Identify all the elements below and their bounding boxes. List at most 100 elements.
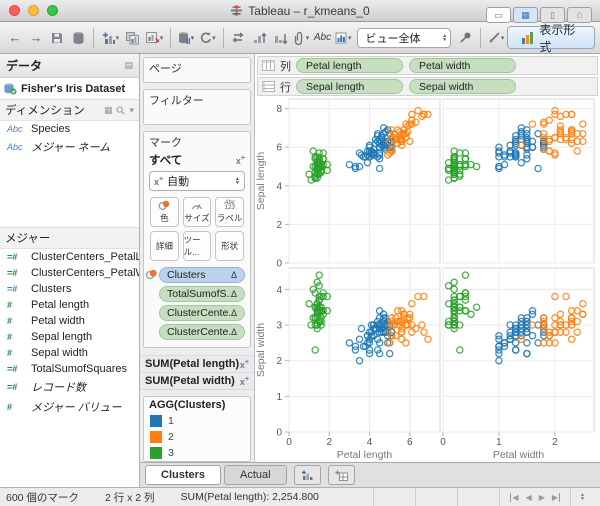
mark-button-5[interactable]: ツール... (182, 231, 212, 261)
pages-shelf-label: ページ (149, 63, 182, 75)
new-worksheet-button[interactable]: ▾ (99, 26, 121, 50)
last-page-button[interactable]: ▶ (552, 492, 561, 502)
calculated-measure-icon: =# (7, 284, 18, 294)
measure-card[interactable]: SUM(Petal length) x+ (140, 355, 254, 372)
row-pill[interactable]: Sepal length (296, 79, 403, 94)
clear-sheet-button[interactable]: ✕ ▾ (143, 26, 165, 50)
dimension-item[interactable]: Abc メジャー ネーム (0, 137, 139, 157)
mark-button-2[interactable]: サイズ (182, 197, 212, 227)
mark-button-label: 形状 (221, 241, 239, 251)
presentation-mode-button[interactable]: ⌂ (567, 7, 592, 23)
normal-mode-button[interactable]: ▭ (486, 7, 511, 23)
device-preview-button[interactable]: ▯ (540, 7, 565, 23)
measure-item[interactable]: # Petal width (0, 313, 139, 329)
y-axis-title[interactable]: Sepal width (255, 323, 267, 377)
datasource-button[interactable] (68, 26, 88, 50)
new-worksheet-tab-icon (302, 470, 313, 480)
previous-page-button[interactable]: ◀ (526, 493, 532, 502)
data-pane: データ ▤ Fisher's Iris Dataset ディメンション ▦ ▾ … (0, 54, 140, 487)
view-area: 列 Petal length Petal width 行 Sepal length… (255, 54, 600, 462)
status-stepper-icon[interactable]: ▲ ▼ (570, 488, 594, 506)
refresh-icon (201, 31, 212, 43)
datasource-item[interactable]: Fisher's Iris Dataset (0, 78, 139, 99)
marks-pill[interactable]: ClusterCente.. Δ (159, 305, 245, 321)
measure-item[interactable]: # Sepal width (0, 345, 139, 361)
marks-pill[interactable]: TotalSumofS.. Δ (159, 286, 245, 302)
table-calc-delta-icon: Δ (230, 327, 237, 337)
swap-axes-button[interactable] (228, 26, 248, 50)
measure-item[interactable]: =# TotalSumofSquares (0, 361, 139, 377)
x-axis-title[interactable]: Petal length (337, 449, 393, 461)
numeric-field-icon: # (7, 402, 13, 412)
highlight-button[interactable]: ▾ (486, 26, 506, 50)
fit-menu-button[interactable]: ▾ (333, 26, 353, 50)
numeric-field-icon: # (7, 332, 13, 342)
mark-button-4[interactable]: 詳細 (150, 231, 179, 261)
grid-mode-button[interactable]: ▦ (513, 7, 538, 23)
columns-shelf[interactable]: 列 Petal length Petal width (257, 56, 598, 75)
mark-button-label: ツール... (183, 235, 201, 257)
pause-updates-button[interactable]: ▾ (176, 26, 196, 50)
data-pane-title: データ (6, 59, 43, 73)
measure-card[interactable]: SUM(Petal width) x+ (140, 372, 254, 389)
measure-item[interactable]: =# レコード数 (0, 377, 139, 397)
new-dashboard-tab-button[interactable] (327, 465, 355, 485)
view-data-icon[interactable]: ▦ (104, 105, 113, 116)
sort-descending-button[interactable] (270, 26, 290, 50)
next-page-button[interactable]: ▶ (539, 493, 545, 502)
duplicate-sheet-button[interactable] (122, 26, 142, 50)
search-icon[interactable] (116, 106, 125, 115)
legend-item[interactable]: 2 (144, 429, 250, 445)
filters-shelf[interactable]: フィルター (143, 89, 251, 125)
save-icon (52, 32, 62, 43)
new-worksheet-tab-button[interactable] (293, 465, 321, 485)
sheet-tab-actual[interactable]: Actual (224, 465, 287, 485)
measure-item[interactable]: # Petal length (0, 297, 139, 313)
group-members-button[interactable]: ▾ (291, 26, 311, 50)
dimension-item[interactable]: Abc Species (0, 121, 139, 137)
back-button[interactable]: ← (5, 26, 25, 50)
mark-type-dropdown[interactable]: x+ 自動 ▲ ▼ (149, 171, 245, 191)
zoom-window-button[interactable] (47, 5, 58, 16)
pages-shelf[interactable]: ページ (143, 57, 251, 84)
mark-button-3[interactable]: Abc 123 ラベル (215, 197, 244, 227)
measure-item[interactable]: # Sepal length (0, 329, 139, 345)
sort-ascending-button[interactable] (249, 26, 269, 50)
mark-button-label: 詳細 (155, 241, 173, 251)
save-button[interactable] (47, 26, 67, 50)
close-window-button[interactable] (9, 5, 20, 16)
refresh-button[interactable]: ▾ (197, 26, 217, 50)
minimize-window-button[interactable] (28, 5, 39, 16)
measure-item[interactable]: =# Clusters (0, 281, 139, 297)
forward-button[interactable]: → (26, 26, 46, 50)
sheet-tab-clusters[interactable]: Clusters (145, 465, 222, 485)
measure-item[interactable]: # メジャー バリュー (0, 397, 139, 417)
measure-item[interactable]: =# ClusterCenters_PetalWi... (0, 265, 139, 281)
mark-button-1[interactable]: 色 (150, 197, 179, 227)
legend-item[interactable]: 3 (144, 445, 250, 461)
show-me-button[interactable]: 表示形式 (507, 23, 596, 54)
column-pill[interactable]: Petal length (296, 58, 403, 73)
analytics-toggle-icon[interactable]: ▤ (124, 60, 133, 71)
measure-item[interactable]: =# ClusterCenters_PetalLe... (0, 249, 139, 265)
marks-all-row[interactable]: すべて x+ (144, 151, 250, 169)
legend-item[interactable]: 1 (144, 413, 250, 429)
pin-button[interactable] (455, 26, 475, 50)
rows-shelf[interactable]: 行 Sepal length Sepal width (257, 77, 598, 96)
first-page-button[interactable]: ◀ (510, 492, 519, 502)
y-axis-title[interactable]: Sepal length (255, 152, 267, 211)
x-axis-title[interactable]: Petal width (493, 449, 545, 461)
view-size-dropdown[interactable]: ビュー全体 ▲ ▼ (357, 27, 452, 48)
sort-fields-caret-icon[interactable]: ▾ (129, 105, 134, 116)
table-calc-delta-icon: Δ (230, 270, 237, 280)
numeric-field-icon: # (7, 348, 13, 358)
show-mark-labels-button[interactable]: Abc (312, 26, 332, 50)
mark-button-6[interactable]: 形状 (215, 231, 244, 261)
marks-pill[interactable]: ClusterCente.. Δ (159, 324, 245, 340)
column-pill[interactable]: Petal width (409, 58, 516, 73)
database-icon (73, 31, 83, 44)
marks-pill[interactable]: Clusters Δ (159, 267, 245, 283)
legend-label: 1 (168, 415, 174, 427)
row-pill[interactable]: Sepal width (409, 79, 516, 94)
pill-label: TotalSumofS.. (167, 288, 231, 300)
